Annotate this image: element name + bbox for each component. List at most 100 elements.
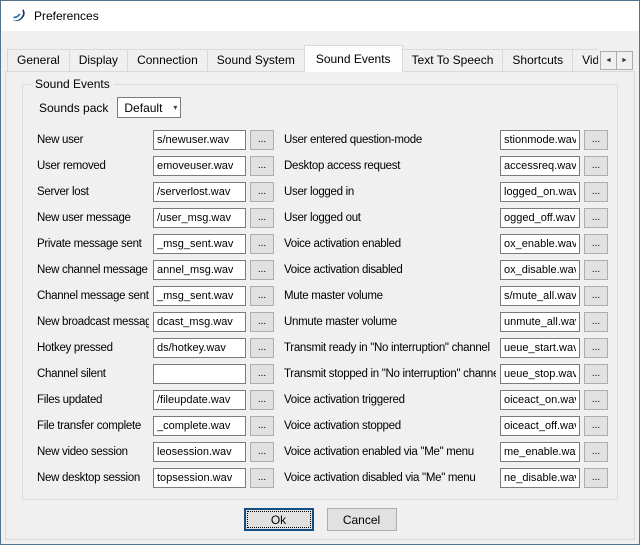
event-file-input[interactable]	[153, 312, 246, 332]
event-file-input[interactable]	[153, 442, 246, 462]
browse-button[interactable]: ...	[584, 182, 608, 202]
event-label: New broadcast message	[37, 316, 149, 328]
browse-button[interactable]: ...	[250, 312, 274, 332]
event-label: User logged in	[278, 186, 496, 198]
browse-button[interactable]: ...	[250, 468, 274, 488]
event-label: Unmute master volume	[278, 316, 496, 328]
tab-sound-system[interactable]: Sound System	[207, 49, 305, 72]
event-file-input[interactable]	[153, 234, 246, 254]
event-file-input[interactable]	[500, 260, 580, 280]
event-file-input[interactable]	[153, 208, 246, 228]
event-file-input[interactable]	[500, 208, 580, 228]
browse-button[interactable]: ...	[584, 156, 608, 176]
browse-button[interactable]: ...	[250, 260, 274, 280]
window-title: Preferences	[34, 9, 99, 23]
tab-connection[interactable]: Connection	[127, 49, 208, 72]
sounds-pack-select[interactable]: Default ▾	[117, 97, 181, 118]
tab-scroll-right-button[interactable]: ►	[616, 51, 633, 70]
tab-scroll-right-icon: ►	[621, 57, 628, 64]
event-file-input[interactable]	[500, 182, 580, 202]
event-file-input[interactable]	[500, 312, 580, 332]
event-label: Private message sent	[37, 238, 149, 250]
event-file-input[interactable]	[500, 156, 580, 176]
event-file-input[interactable]	[500, 130, 580, 150]
event-file-input[interactable]	[500, 442, 580, 462]
sounds-pack-label: Sounds pack	[39, 101, 108, 115]
event-file-input[interactable]	[500, 468, 580, 488]
browse-button[interactable]: ...	[250, 338, 274, 358]
browse-button[interactable]: ...	[250, 442, 274, 462]
event-label: New channel message	[37, 264, 149, 276]
tab-page-sound-events: Sound Events Sounds pack Default ▾ New u…	[5, 71, 635, 540]
browse-button[interactable]: ...	[584, 468, 608, 488]
browse-button[interactable]: ...	[250, 130, 274, 150]
event-file-input[interactable]	[500, 416, 580, 436]
app-icon	[10, 8, 26, 24]
event-file-input[interactable]	[500, 390, 580, 410]
ok-button[interactable]: Ok	[244, 508, 314, 531]
tab-shortcuts[interactable]: Shortcuts	[502, 49, 573, 72]
event-file-input[interactable]	[153, 260, 246, 280]
browse-button[interactable]: ...	[584, 338, 608, 358]
event-label: Server lost	[37, 186, 149, 198]
browse-button[interactable]: ...	[250, 286, 274, 306]
browse-button[interactable]: ...	[584, 130, 608, 150]
event-file-input[interactable]	[500, 286, 580, 306]
preferences-window: Preferences GeneralDisplayConnectionSoun…	[0, 0, 640, 545]
browse-button[interactable]: ...	[584, 208, 608, 228]
event-file-input[interactable]	[500, 234, 580, 254]
event-file-input[interactable]	[500, 338, 580, 358]
browse-button[interactable]: ...	[584, 364, 608, 384]
event-file-input[interactable]	[153, 130, 246, 150]
browse-button[interactable]: ...	[250, 416, 274, 436]
browse-button[interactable]: ...	[250, 156, 274, 176]
event-file-input[interactable]	[153, 338, 246, 358]
browse-button[interactable]: ...	[584, 312, 608, 332]
event-label: Files updated	[37, 394, 149, 406]
tab-scroll-left-icon: ◄	[605, 57, 612, 64]
browse-button[interactable]: ...	[584, 416, 608, 436]
browse-button[interactable]: ...	[584, 286, 608, 306]
browse-button[interactable]: ...	[250, 364, 274, 384]
event-file-input[interactable]	[153, 390, 246, 410]
browse-button[interactable]: ...	[584, 234, 608, 254]
event-file-input[interactable]	[153, 416, 246, 436]
titlebar: Preferences	[1, 1, 639, 31]
event-label: Transmit ready in "No interruption" chan…	[278, 342, 496, 354]
sounds-pack-row: Sounds pack Default ▾	[39, 97, 603, 118]
event-label: User removed	[37, 160, 149, 172]
event-label: Mute master volume	[278, 290, 496, 302]
event-file-input[interactable]	[153, 468, 246, 488]
groupbox-title: Sound Events	[31, 77, 114, 91]
event-label: Desktop access request	[278, 160, 496, 172]
cancel-button[interactable]: Cancel	[327, 508, 397, 531]
tab-bar: GeneralDisplayConnectionSound SystemSoun…	[5, 45, 635, 72]
browse-button[interactable]: ...	[250, 390, 274, 410]
tab-general[interactable]: General	[7, 49, 70, 72]
tab-scroll-left-button[interactable]: ◄	[600, 51, 617, 70]
event-file-input[interactable]	[153, 156, 246, 176]
event-label: Transmit stopped in "No interruption" ch…	[278, 368, 496, 380]
footer-buttons: Ok Cancel	[16, 500, 624, 537]
browse-button[interactable]: ...	[250, 182, 274, 202]
event-file-input[interactable]	[153, 182, 246, 202]
tab-sound-events[interactable]: Sound Events	[304, 45, 403, 72]
event-label: New user	[37, 134, 149, 146]
sounds-pack-value: Default	[124, 101, 162, 115]
event-file-input[interactable]	[153, 364, 246, 384]
event-label: Voice activation enabled via "Me" menu	[278, 446, 496, 458]
browse-button[interactable]: ...	[250, 208, 274, 228]
browse-button[interactable]: ...	[584, 260, 608, 280]
tab-display[interactable]: Display	[69, 49, 128, 72]
event-file-input[interactable]	[500, 364, 580, 384]
browse-button[interactable]: ...	[250, 234, 274, 254]
browse-button[interactable]: ...	[584, 442, 608, 462]
event-label: New desktop session	[37, 472, 149, 484]
tab-text-to-speech[interactable]: Text To Speech	[402, 49, 504, 72]
event-label: File transfer complete	[37, 420, 149, 432]
event-file-input[interactable]	[153, 286, 246, 306]
browse-button[interactable]: ...	[584, 390, 608, 410]
tab-video[interactable]: Video	[572, 49, 598, 72]
event-label: Hotkey pressed	[37, 342, 149, 354]
event-label: Channel message sent	[37, 290, 149, 302]
